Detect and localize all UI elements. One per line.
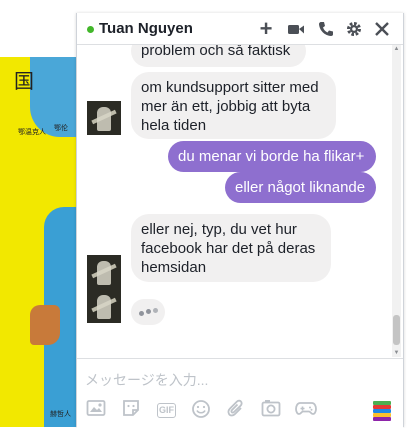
- message-text: om kundsupport sitter med mer än ett, jo…: [141, 79, 319, 134]
- message-bubble-incoming[interactable]: problem och så faktisk: [131, 45, 306, 67]
- chat-header[interactable]: Tuan Nguyen +: [77, 13, 403, 45]
- message-text: eller något liknande: [235, 179, 366, 196]
- scroll-down-arrow-icon[interactable]: ▼: [392, 349, 401, 357]
- message-text: eller nej, typ, du vet hur facebook har …: [141, 221, 316, 276]
- sticker-stack-icon[interactable]: [371, 399, 393, 421]
- close-icon[interactable]: [373, 20, 391, 38]
- message-composer: GIF: [77, 358, 403, 428]
- message-input[interactable]: [85, 367, 385, 393]
- typing-dot: [139, 311, 144, 316]
- typing-dot: [153, 308, 158, 313]
- avatar-image: [97, 261, 111, 285]
- map-label: 鄂温克人: [18, 128, 46, 136]
- contact-name[interactable]: Tuan Nguyen: [99, 20, 193, 37]
- message-bubble-incoming[interactable]: om kundsupport sitter med mer än ett, jo…: [131, 72, 336, 139]
- typing-dot: [146, 309, 151, 314]
- avatar[interactable]: [87, 289, 121, 323]
- avatar[interactable]: [87, 101, 121, 135]
- gif-icon[interactable]: GIF: [157, 403, 176, 418]
- gear-icon[interactable]: [345, 20, 363, 38]
- map-label: 鄂伦: [54, 124, 68, 132]
- scroll-up-arrow-icon[interactable]: ▲: [392, 45, 401, 53]
- emoji-icon[interactable]: [190, 399, 212, 419]
- sticker-stack-layer: [373, 417, 391, 421]
- game-controller-icon[interactable]: [295, 399, 317, 419]
- message-bubble-incoming[interactable]: eller nej, typ, du vet hur facebook har …: [131, 214, 331, 282]
- typing-indicator: [131, 299, 165, 325]
- video-camera-icon[interactable]: [287, 20, 305, 38]
- phone-icon[interactable]: [317, 20, 335, 38]
- message-text: problem och så faktisk: [141, 45, 291, 59]
- online-status-dot: [87, 26, 94, 33]
- message-list[interactable]: problem och så faktisk om kundsupport si…: [77, 45, 403, 357]
- chat-window: Tuan Nguyen + problem och så faktisk om …: [76, 13, 404, 428]
- plus-icon[interactable]: +: [257, 18, 275, 40]
- message-scrollbar[interactable]: ▲ ▼: [392, 45, 401, 357]
- background-map-image: 国 鄂温克人 鄂伦 赫哲人: [0, 57, 78, 427]
- message-bubble-outgoing[interactable]: eller något liknande: [225, 172, 376, 203]
- map-land-region: [30, 305, 60, 345]
- photo-icon[interactable]: [85, 399, 107, 419]
- avatar[interactable]: [87, 255, 121, 289]
- message-bubble-outgoing[interactable]: du menar vi borde ha flikar+: [168, 141, 376, 172]
- avatar-image: [97, 295, 111, 319]
- sticker-icon[interactable]: [120, 399, 142, 419]
- scrollbar-thumb[interactable]: [393, 315, 400, 345]
- camera-icon[interactable]: [260, 399, 282, 419]
- attachment-icon[interactable]: [225, 399, 247, 419]
- message-text: du menar vi borde ha flikar+: [178, 148, 365, 165]
- map-label: 赫哲人: [50, 410, 71, 418]
- avatar-image: [97, 107, 111, 131]
- map-label: 国: [14, 69, 34, 93]
